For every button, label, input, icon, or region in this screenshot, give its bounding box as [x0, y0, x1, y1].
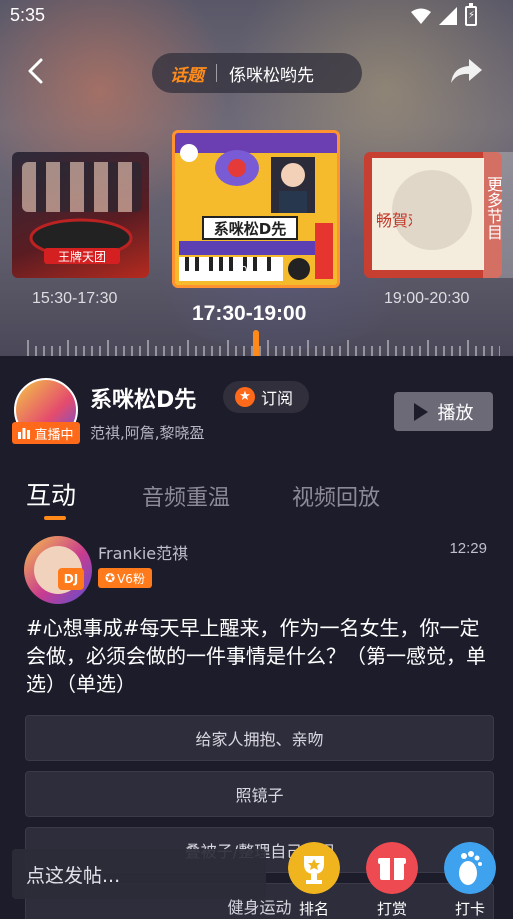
wifi-icon: [411, 8, 431, 24]
fan-badge-icon: ✪: [105, 571, 116, 585]
timeline-ruler[interactable]: [20, 330, 500, 356]
program-carousel: 王牌天团 系咪松D先 50 畅賀 更多节目 15:30-17:30 17:30-…: [0, 130, 513, 330]
play-icon: [413, 402, 428, 421]
listener-count: 50: [233, 263, 247, 278]
subscribe-label: 订阅: [261, 389, 294, 408]
checkin-button[interactable]: [444, 842, 496, 894]
program-card-next[interactable]: 畅賀欢乐点: [364, 152, 502, 278]
current-show-cover: 系咪松D先 50: [175, 133, 337, 285]
top-nav: 话题 係咪松哟先: [0, 50, 513, 96]
topic-tag: 话题: [170, 65, 204, 86]
battery-icon: ⚡: [465, 3, 477, 26]
timeline-pointer: [253, 330, 259, 356]
divider: [216, 64, 217, 82]
poll-option[interactable]: 给家人拥抱、亲吻: [25, 715, 494, 761]
program-card-previous[interactable]: 王牌天团: [12, 152, 149, 278]
time-slot-next: 19:00-20:30: [384, 290, 470, 307]
back-arrow-icon[interactable]: [22, 56, 52, 86]
gift-button[interactable]: [366, 842, 418, 894]
tab-video-replay[interactable]: 视频回放: [292, 480, 380, 512]
post-text: #心想事成#每天早上醒来，作为一名女生，你一定会做，必须会做的一件事情是什么？（…: [26, 616, 486, 696]
ranking-button[interactable]: [288, 842, 340, 894]
fan-level-badge: ✪ V6粉: [98, 568, 152, 588]
live-label: 直播中: [34, 427, 74, 443]
status-icons: ⚡: [411, 3, 477, 26]
post-author[interactable]: Frankie范祺: [98, 540, 188, 564]
more-programs-label: 更多节目: [484, 176, 503, 240]
ranking-label: 排名: [298, 900, 329, 918]
play-button[interactable]: 播放: [394, 392, 493, 431]
live-badge: 直播中: [12, 422, 80, 444]
time-slot-current: 17:30-19:00: [192, 302, 307, 325]
live-bars-icon: [18, 428, 31, 439]
status-bar: 5:35 ⚡: [0, 0, 513, 34]
program-card-current[interactable]: 系咪松D先 50: [172, 130, 340, 288]
show-logo: 王牌天团: [29, 218, 133, 264]
gift-label: 打赏: [376, 900, 407, 918]
post-composer-input[interactable]: 点这发帖...: [12, 849, 266, 899]
show-hosts: 范祺,阿詹,黎晓盈: [90, 424, 205, 442]
play-label: 播放: [437, 402, 474, 424]
signal-icon: [439, 7, 457, 25]
cover-photo: [22, 162, 142, 212]
topic-title: 係咪松哟先: [229, 65, 314, 86]
time-slot-previous: 15:30-17:30: [32, 290, 118, 307]
right-card-title-art: 畅賀欢乐点: [376, 211, 412, 230]
status-time: 5:35: [10, 5, 46, 25]
share-icon[interactable]: [449, 56, 483, 86]
tab-interaction[interactable]: 互动: [26, 476, 76, 512]
content-panel: 直播中 系咪松D先 ★ 订阅 范祺,阿詹,黎晓盈 播放 互动 音频重温 视频回放…: [0, 356, 513, 919]
topic-pill[interactable]: 话题 係咪松哟先: [152, 53, 362, 93]
show-name: 系咪松D先: [90, 388, 197, 413]
cover-title: 系咪松D先: [214, 220, 286, 238]
subscribe-icon: ★: [235, 387, 255, 407]
left-card-title: 王牌天团: [58, 250, 106, 264]
content-tabs: 互动 音频重温 视频回放: [0, 476, 513, 526]
tab-audio-replay[interactable]: 音频重温: [142, 480, 230, 512]
checkin-label: 打卡: [454, 900, 485, 918]
poll-option[interactable]: 照镜子: [25, 771, 494, 817]
hero-background: 5:35 ⚡ 话题 係咪松哟先 王牌天团 系咪松D先 50 畅賀 更多节目 15…: [0, 0, 513, 358]
dj-badge: DJ: [58, 568, 84, 590]
post-time: 12:29: [449, 540, 487, 557]
subscribe-button[interactable]: ★ 订阅: [223, 381, 309, 413]
fan-level-label: V6粉: [117, 571, 145, 586]
active-tab-indicator: [44, 516, 66, 520]
right-card-title: 畅賀欢乐点: [376, 211, 412, 230]
